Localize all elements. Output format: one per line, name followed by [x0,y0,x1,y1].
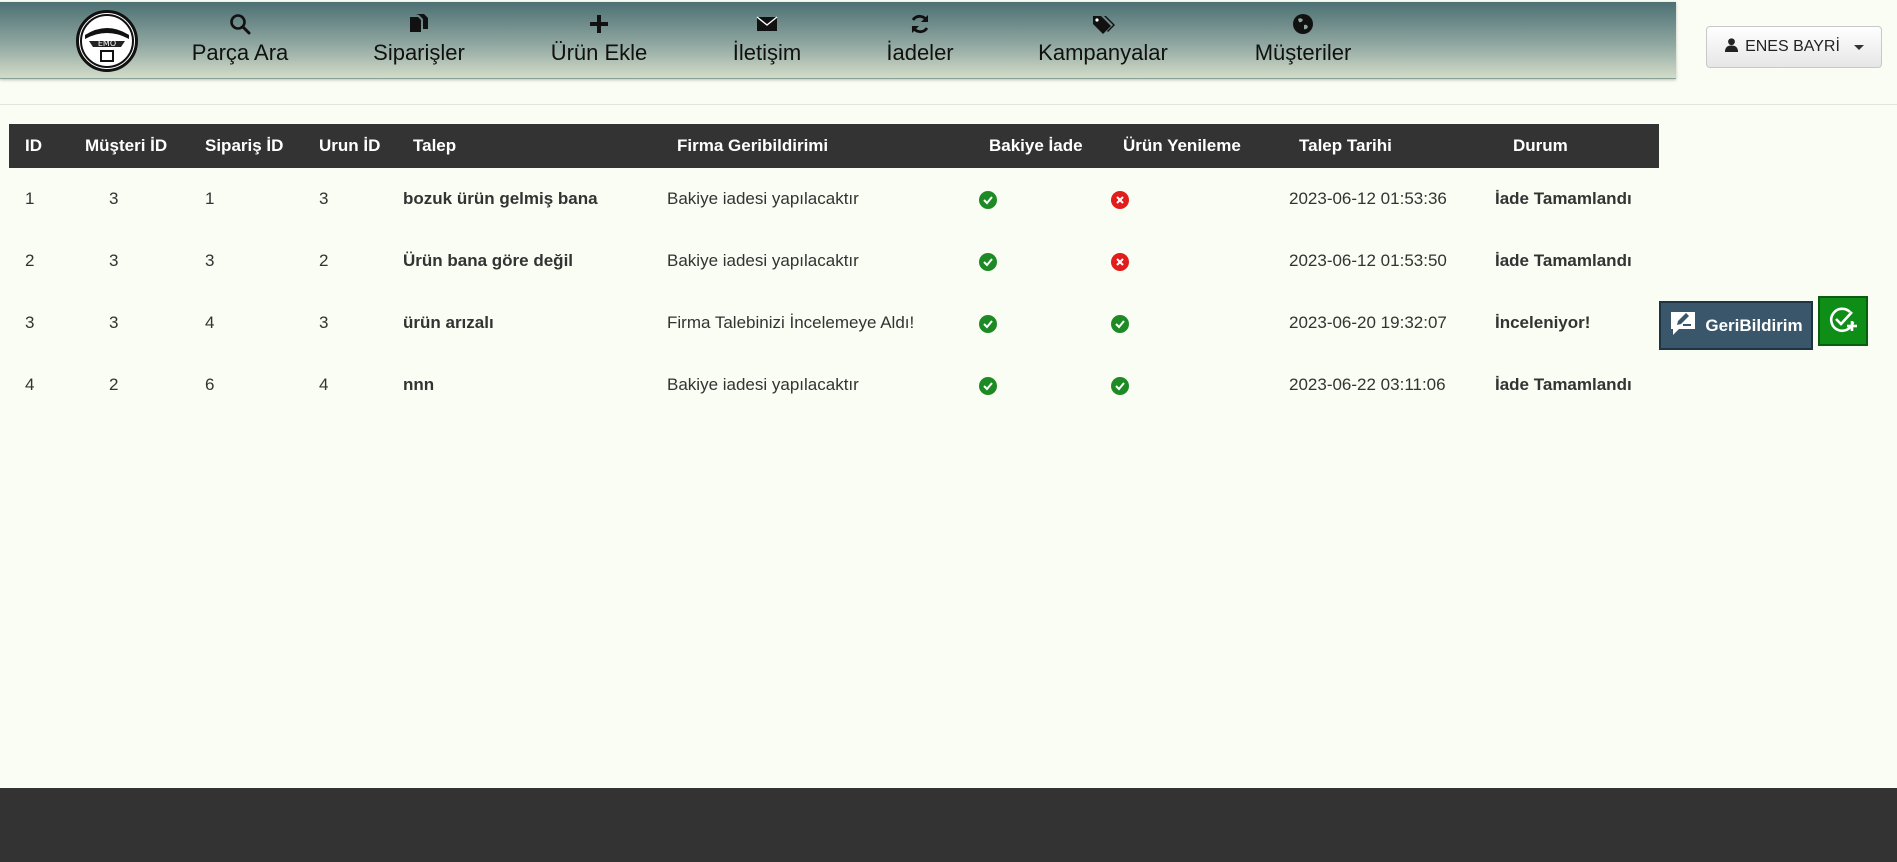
approve-button[interactable] [1818,296,1868,346]
col-header-urun-id: Urun İD [303,124,397,168]
table-header-row: ID Müşteri İD Sipariş İD Urun İD Talep F… [9,124,1659,168]
cell-durum: İade Tamamlandı [1495,189,1632,208]
cell-talep-tarihi: 2023-06-22 03:11:06 [1289,375,1446,394]
top-navbar: EMO Parça Ara Siparişler Ürün Ekle İleti… [0,2,1676,79]
x-circle-icon [1111,252,1129,271]
cell-talep: Ürün bana göre değil [403,251,574,270]
cell-urun-yenileme [1107,354,1273,416]
svg-text:EMO: EMO [98,39,116,48]
user-menu-button[interactable]: ENES BAYRİ [1706,26,1882,68]
user-name: ENES BAYRİ [1745,38,1840,55]
cell-urun-id: 2 [319,251,329,270]
check-circle-icon [979,376,997,395]
nav-iadeler[interactable]: İadeler [884,12,956,72]
cell-bakiye-iade [973,168,1107,230]
returns-table: ID Müşteri İD Sipariş İD Urun İD Talep F… [9,124,1659,416]
envelope-icon [730,12,804,40]
globe-icon [1252,12,1354,40]
nav-kampanyalar[interactable]: Kampanyalar [1036,12,1170,72]
col-header-talep-tarihi: Talep Tarihi [1273,124,1479,168]
col-header-id: ID [9,124,69,168]
nav-iletisim[interactable]: İletişim [730,12,804,72]
cell-siparis-id: 1 [205,189,215,208]
nav-urun-ekle[interactable]: Ürün Ekle [548,12,650,72]
check-circle-icon [979,252,997,271]
check-circle-icon [979,190,997,209]
cell-siparis-id: 3 [205,251,215,270]
table-row: 2 3 3 2 Ürün bana göre değil Bakiye iade… [9,230,1659,292]
nav-label: Ürün Ekle [550,40,648,65]
check-circle-icon [979,314,997,333]
cell-id: 1 [25,189,35,208]
cell-siparis-id: 6 [205,375,215,394]
nav-label: Parça Ara [191,40,289,65]
nav-siparisler[interactable]: Siparişler [368,12,470,72]
cell-talep-tarihi: 2023-06-20 19:32:07 [1289,313,1447,332]
cell-durum: İnceleniyor! [1495,313,1591,332]
cell-talep: bozuk ürün gelmiş bana [403,189,598,208]
cell-musteri-id: 3 [109,189,119,208]
search-icon [190,12,290,40]
x-circle-icon [1111,190,1129,209]
cell-durum: İade Tamamlandı [1495,251,1632,270]
cell-geribildirim: Bakiye iadesi yapılacaktır [667,189,859,208]
cell-bakiye-iade [973,230,1107,292]
documents-icon [368,12,470,40]
cell-urun-yenileme [1107,292,1273,354]
col-header-talep: Talep [397,124,651,168]
check-circle-icon [1111,314,1129,333]
cell-bakiye-iade [973,354,1107,416]
cell-durum: İade Tamamlandı [1495,375,1632,394]
feedback-button[interactable]: GeriBildirim [1659,301,1813,350]
edit-comment-icon [1669,309,1697,342]
cell-urun-yenileme [1107,168,1273,230]
nav-label: Müşteriler [1254,40,1352,65]
cell-bakiye-iade [973,292,1107,354]
col-header-siparis-id: Sipariş İD [189,124,303,168]
check-circle-icon [1111,376,1129,395]
check-circle-plus-icon [1828,304,1858,339]
site-logo[interactable]: EMO [76,10,138,72]
refresh-icon [884,12,956,40]
cell-urun-id: 3 [319,189,329,208]
cell-talep-tarihi: 2023-06-12 01:53:36 [1289,189,1447,208]
col-header-bakiye-iade: Bakiye İade [973,124,1107,168]
feedback-button-label: GeriBildirim [1705,315,1803,335]
col-header-musteri-id: Müşteri İD [69,124,189,168]
cell-geribildirim: Firma Talebinizi İncelemeye Aldı! [667,313,915,332]
cell-urun-id: 3 [319,313,329,332]
table-row: 1 3 1 3 bozuk ürün gelmiş bana Bakiye ia… [9,168,1659,230]
col-header-durum: Durum [1479,124,1659,168]
cell-musteri-id: 2 [109,375,119,394]
col-header-urun-yenileme: Ürün Yenileme [1107,124,1273,168]
nav-label: İletişim [732,40,802,65]
cell-id: 4 [25,375,35,394]
nav-musteriler[interactable]: Müşteriler [1252,12,1354,72]
nav-label: Kampanyalar [1038,40,1168,65]
page-footer [0,788,1897,862]
user-icon [1724,37,1739,57]
cell-geribildirim: Bakiye iadesi yapılacaktır [667,375,859,394]
cell-urun-yenileme [1107,230,1273,292]
nav-parca-ara[interactable]: Parça Ara [190,12,290,72]
cell-talep: ürün arızalı [403,313,494,332]
nav-label: Siparişler [373,40,465,65]
col-header-firma-geribildirimi: Firma Geribildirimi [651,124,973,168]
table-row: 4 2 6 4 nnn Bakiye iadesi yapılacaktır 2… [9,354,1659,416]
cell-musteri-id: 3 [109,313,119,332]
tags-icon [1036,12,1170,40]
plus-icon [548,12,650,40]
cell-id: 2 [25,251,35,270]
cell-geribildirim: Bakiye iadesi yapılacaktır [667,251,859,270]
table-row: 3 3 4 3 ürün arızalı Firma Talebinizi İn… [9,292,1659,354]
chevron-down-icon [1853,44,1864,50]
cell-id: 3 [25,313,35,332]
nav-label: İadeler [886,40,954,65]
cell-urun-id: 4 [319,375,329,394]
cell-musteri-id: 3 [109,251,119,270]
cell-talep: nnn [403,375,435,394]
cell-talep-tarihi: 2023-06-12 01:53:50 [1289,251,1447,270]
header-divider [0,104,1897,105]
cell-siparis-id: 4 [205,313,215,332]
